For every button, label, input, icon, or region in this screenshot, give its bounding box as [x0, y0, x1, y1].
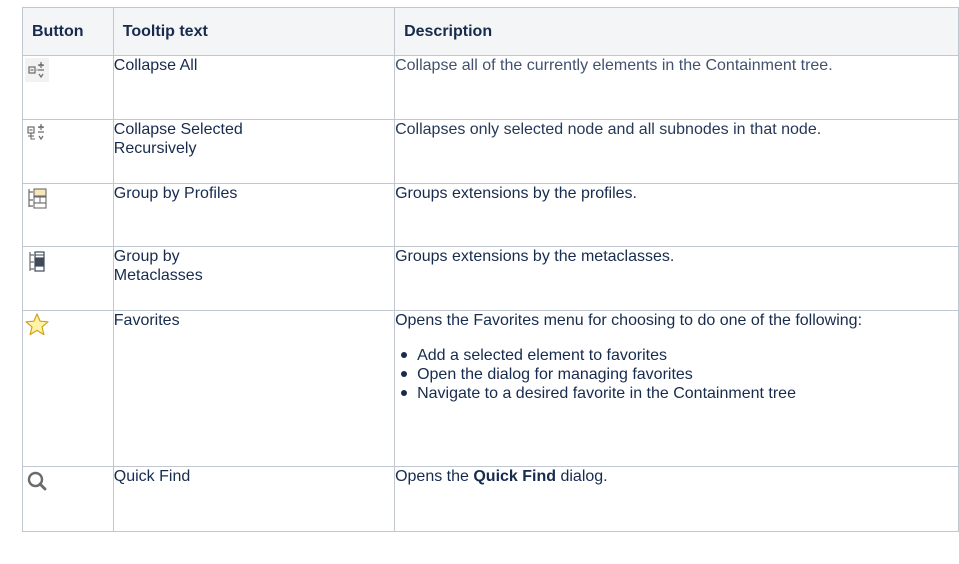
header-tooltip-text: Tooltip text [112, 7, 396, 56]
button-cell [22, 246, 114, 311]
description-text: Collapse all of the currently elements i… [395, 57, 833, 74]
button-cell [22, 310, 114, 467]
list-item: Navigate to a desired favorite in the Co… [401, 384, 958, 403]
description-cell: Groups extensions by the metaclasses. [394, 246, 959, 311]
description-cell: Opens the Quick Find dialog. [394, 466, 959, 532]
list-item: Add a selected element to favorites [401, 346, 958, 365]
table-row: Collapse Selected Recursively Collapses … [22, 119, 959, 184]
group-by-metaclasses-icon [23, 247, 51, 275]
table-row: Group by Metaclasses Groups extensions b… [22, 246, 959, 311]
description-text: Groups extensions by the metaclasses. [395, 248, 675, 265]
favorites-options-list: Add a selected element to favorites Open… [395, 346, 958, 403]
table-row: Quick Find Opens the Quick Find dialog. [22, 466, 959, 532]
tooltip-cell: Group by Profiles [112, 183, 396, 247]
tooltip-text: Favorites [113, 312, 180, 329]
button-cell [22, 119, 114, 184]
tooltip-text: Group by Profiles [113, 185, 238, 202]
description-text: Opens the Favorites menu for choosing to… [395, 312, 863, 329]
description-cell: Collapses only selected node and all sub… [394, 119, 959, 184]
description-cell: Collapse all of the currently elements i… [394, 55, 959, 120]
quick-find-dialog-name: Quick Find [473, 468, 557, 485]
group-by-profiles-icon [23, 184, 51, 212]
button-cell [22, 183, 114, 247]
list-item: Open the dialog for managing favorites [401, 365, 958, 384]
description-cell: Groups extensions by the profiles. [394, 183, 959, 247]
collapse-all-icon [23, 56, 51, 84]
description-prefix: Opens the [395, 468, 474, 485]
favorites-star-icon [23, 311, 51, 339]
table-header-row: Button Tooltip text Description [22, 7, 959, 56]
tooltip-text: Collapse Selected Recursively [113, 121, 243, 157]
table-row: Collapse All Collapse all of the current… [22, 55, 959, 120]
button-cell [22, 466, 114, 532]
tooltip-text: Quick Find [113, 468, 191, 485]
button-cell [22, 55, 114, 120]
description-cell: Opens the Favorites menu for choosing to… [394, 310, 959, 467]
tooltip-cell: Collapse Selected Recursively [112, 119, 396, 184]
toolbar-buttons-table: Button Tooltip text Description Collapse… [22, 7, 959, 532]
table-row: Favorites Opens the Favorites menu for c… [22, 310, 959, 467]
tooltip-text: Group by Metaclasses [113, 248, 203, 284]
header-description: Description [394, 7, 959, 56]
tooltip-cell: Group by Metaclasses [112, 246, 396, 311]
collapse-selected-recursively-icon [23, 120, 51, 148]
header-button: Button [22, 7, 114, 56]
description-text: Collapses only selected node and all sub… [395, 121, 822, 138]
tooltip-cell: Favorites [112, 310, 396, 467]
quick-find-search-icon [23, 467, 51, 495]
tooltip-cell: Collapse All [112, 55, 396, 120]
tooltip-cell: Quick Find [112, 466, 396, 532]
description-suffix: dialog. [556, 468, 608, 485]
description-text: Groups extensions by the profiles. [395, 185, 637, 202]
table-row: Group by Profiles Groups extensions by t… [22, 183, 959, 247]
tooltip-text: Collapse All [113, 57, 198, 74]
